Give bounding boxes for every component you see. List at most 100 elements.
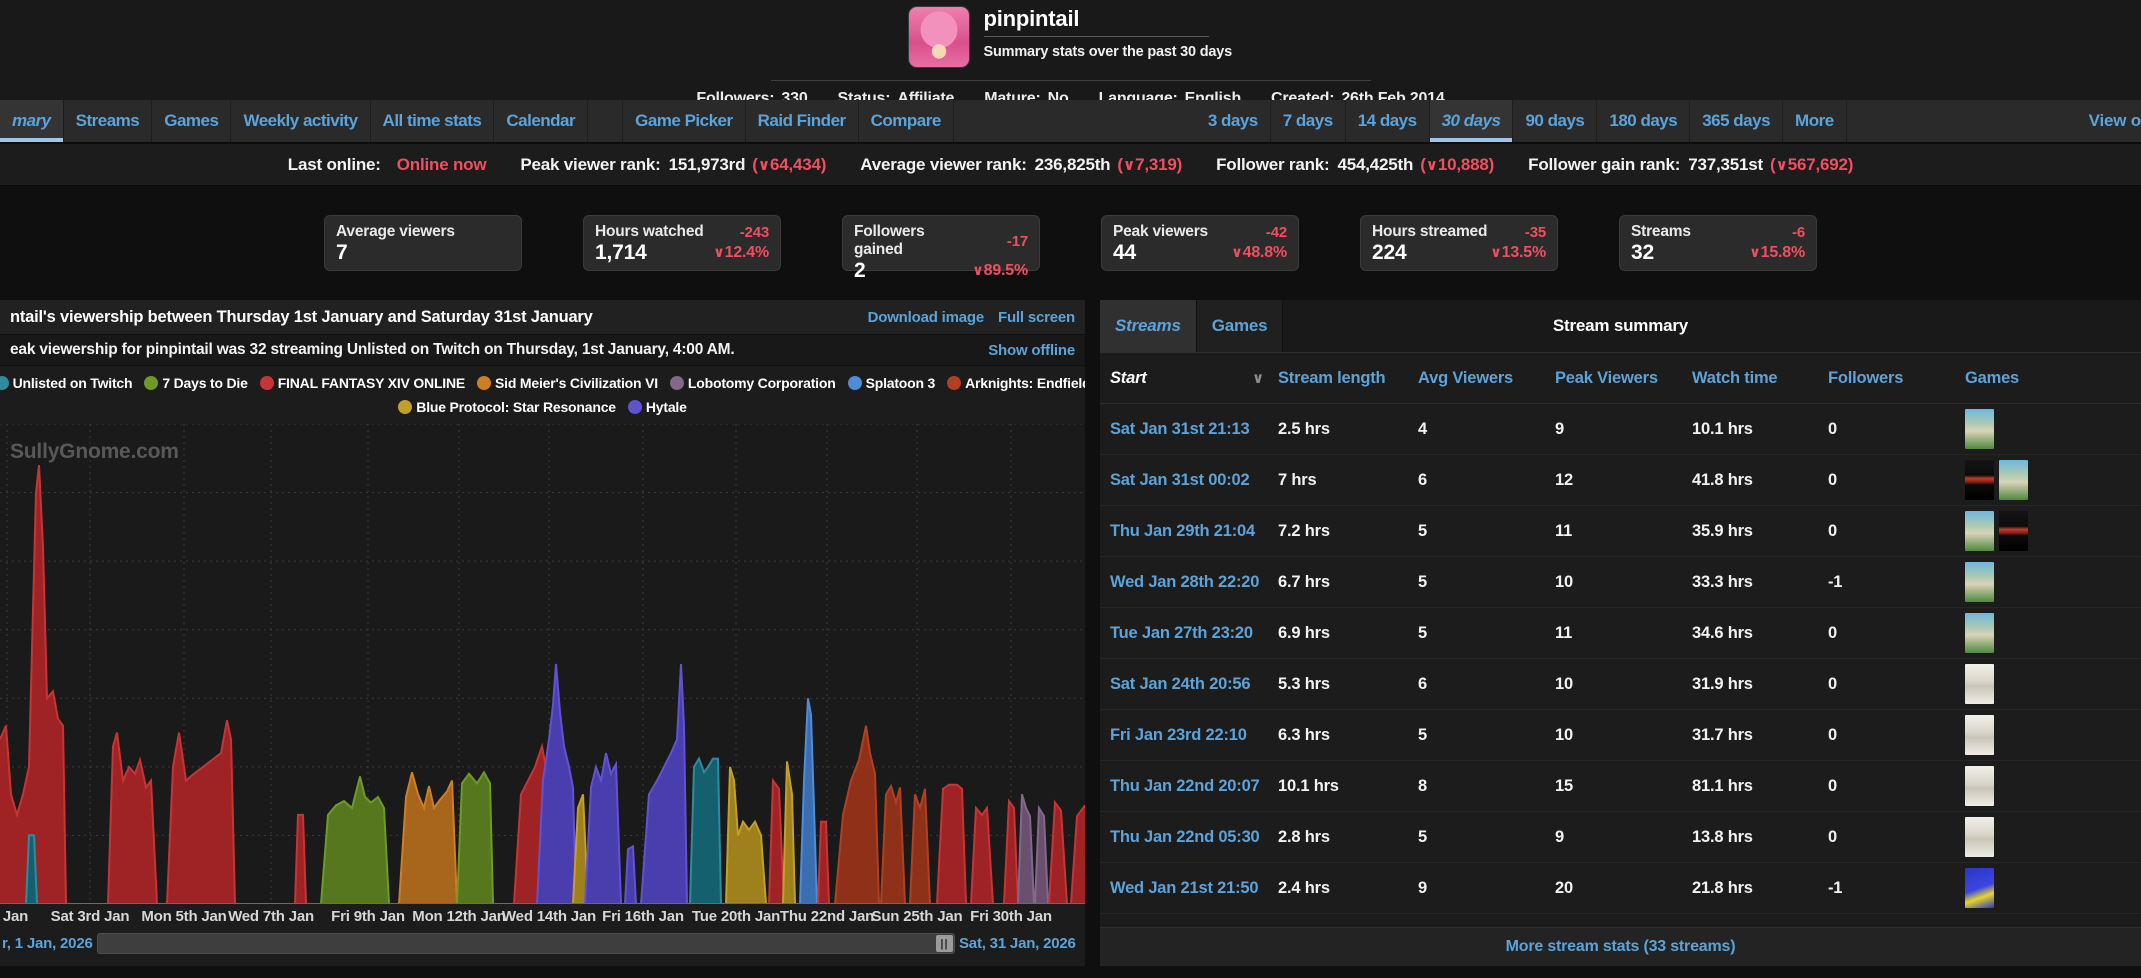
nav-tab-compare[interactable]: Compare (859, 100, 954, 142)
legend-item-sid-meier-s-civilization-vi[interactable]: Sid Meier's Civilization VI (477, 375, 658, 391)
view-on-twitch-link[interactable]: View o (2089, 100, 2141, 142)
games-cell (1965, 715, 2141, 755)
stream-length-cell: 5.3 hrs (1278, 674, 1330, 693)
nav-tab-game-picker[interactable]: Game Picker (623, 100, 746, 142)
stream-start-link[interactable]: Wed Jan 21st 21:50 (1110, 879, 1278, 898)
x-axis-label: Sun 25th Jan (871, 908, 963, 925)
nav-tab-weekly-activity[interactable]: Weekly activity (231, 100, 371, 142)
stat-card-label: Hours watched (595, 223, 704, 240)
column-header-followers[interactable]: Followers (1828, 369, 1965, 388)
stat-card-delta: -17 (1006, 232, 1028, 250)
game-box-art-lobotomy[interactable] (1965, 766, 1994, 806)
rank-label: Average viewer rank: (860, 154, 1027, 174)
chart-x-axis-labels: st Jan Sat 3rd Jan Mon 5th JanWed 7th Jan F… (0, 904, 1085, 929)
nav-tab-3-days[interactable]: 3 days (1196, 100, 1271, 142)
legend-item-blue-protocol-star-resonance[interactable]: Blue Protocol: Star Resonance (398, 399, 616, 415)
nav-range-tabs: 3 days 7 days 14 days 30 days 90 days 180 day… (1196, 100, 1847, 142)
legend-item-arknights-endfield[interactable]: Arknights: Endfield (947, 375, 1085, 391)
chart-date-scrollbar[interactable]: || (97, 933, 955, 954)
game-box-art-ffxiv[interactable] (1965, 613, 1994, 653)
stat-card-value: 7 (336, 241, 348, 264)
legend-item-lobotomy-corporation[interactable]: Lobotomy Corporation (669, 375, 836, 391)
nav-tab-180-days[interactable]: 180 days (1597, 100, 1691, 142)
table-tab-games[interactable]: Games (1196, 300, 1284, 352)
game-box-art-lobotomy[interactable] (1965, 664, 1994, 704)
stream-length-cell: 7 hrs (1278, 470, 1317, 489)
legend-label: Lobotomy Corporation (687, 375, 836, 391)
followers-cell: 0 (1828, 623, 1837, 642)
game-box-art-ffxiv[interactable] (1999, 460, 2028, 500)
column-header-games[interactable]: Games (1965, 369, 2141, 388)
column-header-watch-time[interactable]: Watch time (1692, 369, 1828, 388)
legend-item-7-days-to-die[interactable]: 7 Days to Die (144, 375, 248, 391)
nav-tab-streams[interactable]: Streams (64, 100, 153, 142)
game-box-art-lobotomy[interactable] (1965, 817, 1994, 857)
show-offline-link[interactable]: Show offline (988, 342, 1075, 359)
nav-tab-30-days[interactable]: 30 days (1429, 100, 1514, 142)
more-stream-stats-link[interactable]: More stream stats (33 streams) (1100, 927, 2141, 966)
stream-start-link[interactable]: Fri Jan 23rd 22:10 (1110, 726, 1278, 745)
stream-start-link[interactable]: Tue Jan 27th 23:20 (1110, 624, 1278, 643)
game-box-art-arknights[interactable] (1999, 511, 2028, 551)
nav-tab-games[interactable]: Games (152, 100, 232, 142)
stream-start-link[interactable]: Sat Jan 24th 20:56 (1110, 675, 1278, 694)
column-header-label: Start (1110, 368, 1147, 387)
stream-start-link[interactable]: Thu Jan 22nd 05:30 (1110, 828, 1278, 847)
x-axis-label: Fri 9th Jan (331, 908, 405, 925)
rank-change: (∨64,434) (752, 154, 827, 174)
game-box-art-splatoon3[interactable] (1965, 868, 1994, 908)
game-box-art-ffxiv[interactable] (1965, 511, 1994, 551)
rank-average-viewer-rank: Average viewer rank: 236,825th (∨7,319) (860, 155, 1182, 175)
stream-start-link[interactable]: Sat Jan 31st 21:13 (1110, 420, 1278, 439)
legend-color-dot-icon (477, 376, 492, 390)
stream-start-link[interactable]: Wed Jan 28th 22:20 (1110, 573, 1278, 592)
nav-tab-7-days[interactable]: 7 days (1271, 100, 1346, 142)
chart-canvas[interactable]: SullyGnome.com (0, 424, 1085, 904)
legend-item-splatoon-3[interactable]: Splatoon 3 (847, 375, 935, 391)
nav-tab-more[interactable]: More (1783, 100, 1847, 142)
legend-row-1: Unlisted on Twitch 7 Days to Die FINAL FAN… (0, 371, 1085, 395)
stat-card-value: 32 (1631, 241, 1654, 264)
nav-spacer (588, 100, 624, 142)
column-header-peak-viewers[interactable]: Peak Viewers (1555, 369, 1692, 388)
nav-tab-calendar[interactable]: Calendar (494, 100, 589, 142)
game-box-art-lobotomy[interactable] (1965, 715, 1994, 755)
game-box-art-ffxiv[interactable] (1965, 562, 1994, 602)
nav-tab-mary[interactable]: mary (0, 100, 64, 142)
watch-time-cell: 21.8 hrs (1692, 878, 1753, 897)
scrollbar-right-handle[interactable]: || (936, 935, 953, 952)
rank-value: 151,973rd (668, 154, 746, 174)
stream-start-link[interactable]: Thu Jan 29th 21:04 (1110, 522, 1278, 541)
nav-tab-all-time-stats[interactable]: All time stats (371, 100, 495, 142)
table-tabs: Streams Games Stream summary (1100, 300, 2141, 353)
column-header-avg-viewers[interactable]: Avg Viewers (1418, 369, 1555, 388)
nav-tab-365-days[interactable]: 365 days (1690, 100, 1784, 142)
table-row: Fri Jan 23rd 22:10 6.3 hrs 5 10 31.7 hrs 0 (1100, 710, 2141, 761)
rank-peak-viewer-rank: Peak viewer rank: 151,973rd (∨64,434) (520, 155, 826, 175)
legend-item-unlisted-on-twitch[interactable]: Unlisted on Twitch (0, 375, 133, 391)
download-image-link[interactable]: Download image (868, 309, 985, 326)
legend-item-hytale[interactable]: Hytale (627, 399, 687, 415)
watch-time-cell: 34.6 hrs (1692, 623, 1753, 642)
legend-item-final-fantasy-xiv-online[interactable]: FINAL FANTASY XIV ONLINE (259, 375, 465, 391)
stream-start-link[interactable]: Thu Jan 22nd 20:07 (1110, 777, 1278, 796)
x-axis-label: Fri 30th Jan (970, 908, 1052, 925)
viewership-area-chart[interactable]: SullyGnome.com (0, 424, 1085, 904)
column-header-stream-length[interactable]: Stream length (1278, 369, 1418, 388)
column-header-start[interactable]: Start ∨ (1110, 369, 1278, 388)
followers-cell: 0 (1828, 470, 1837, 489)
game-box-art-ffxiv[interactable] (1965, 409, 1994, 449)
nav-tab-raid-finder[interactable]: Raid Finder (746, 100, 859, 142)
stat-card-label: Followers gained (854, 223, 925, 258)
table-tab-streams[interactable]: Streams (1100, 300, 1197, 352)
rank-change: (∨10,888) (1420, 154, 1495, 174)
watch-time-cell: 31.7 hrs (1692, 725, 1753, 744)
nav-tab-14-days[interactable]: 14 days (1346, 100, 1430, 142)
nav-tab-90-days[interactable]: 90 days (1513, 100, 1598, 142)
game-box-art-arknights[interactable] (1965, 460, 1994, 500)
full-screen-link[interactable]: Full screen (998, 309, 1075, 326)
stream-length-cell: 6.3 hrs (1278, 725, 1330, 744)
x-axis-label: Wed 14th Jan (501, 908, 597, 925)
table-tab-holder: Streams Games (1100, 300, 1284, 352)
stream-start-link[interactable]: Sat Jan 31st 00:02 (1110, 471, 1278, 490)
